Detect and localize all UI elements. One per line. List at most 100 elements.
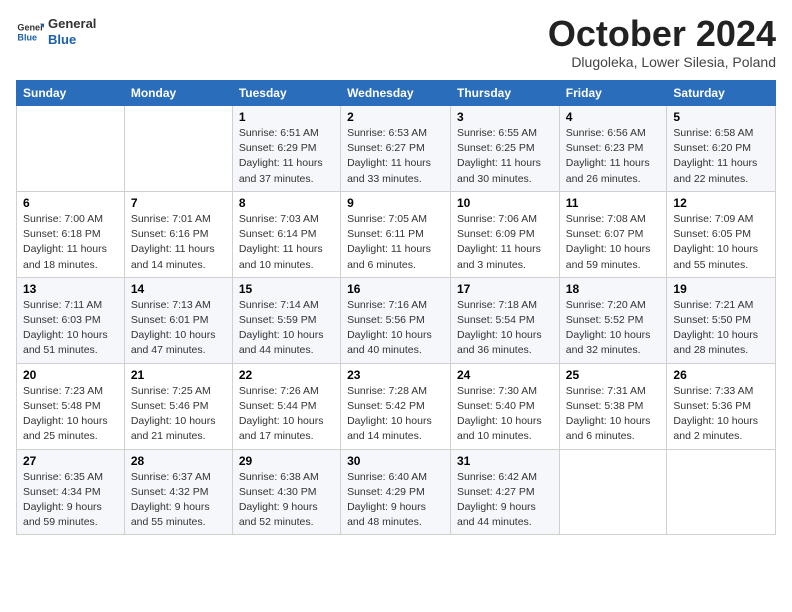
day-detail: Sunrise: 6:37 AM Sunset: 4:32 PM Dayligh… <box>131 470 226 531</box>
day-number: 26 <box>673 368 769 382</box>
day-detail: Sunrise: 6:42 AM Sunset: 4:27 PM Dayligh… <box>457 470 553 531</box>
day-detail: Sunrise: 7:25 AM Sunset: 5:46 PM Dayligh… <box>131 384 226 445</box>
calendar-cell: 26Sunrise: 7:33 AM Sunset: 5:36 PM Dayli… <box>667 363 776 449</box>
calendar-cell <box>124 106 232 192</box>
location-subtitle: Dlugoleka, Lower Silesia, Poland <box>548 54 776 70</box>
day-number: 9 <box>347 196 444 210</box>
weekday-header: Thursday <box>451 81 560 106</box>
day-number: 29 <box>239 454 334 468</box>
calendar-cell: 4 Sunrise: 6:56 AM Sunset: 6:23 PM Daylig… <box>559 106 667 192</box>
day-detail: Sunrise: 6:40 AM Sunset: 4:29 PM Dayligh… <box>347 470 444 531</box>
calendar-cell: 8 Sunrise: 7:03 AM Sunset: 6:14 PM Daylig… <box>232 191 340 277</box>
logo-general: General <box>48 16 96 32</box>
day-detail: Sunrise: 6:56 AM Sunset: 6:23 PM Dayligh… <box>566 126 661 187</box>
weekday-header: Tuesday <box>232 81 340 106</box>
day-number: 28 <box>131 454 226 468</box>
day-detail: Sunrise: 7:00 AM Sunset: 6:18 PM Dayligh… <box>23 212 118 273</box>
day-number: 24 <box>457 368 553 382</box>
day-number: 1 <box>239 110 334 124</box>
day-detail: Sunrise: 7:31 AM Sunset: 5:38 PM Dayligh… <box>566 384 661 445</box>
logo-icon: General Blue <box>16 18 44 46</box>
title-block: October 2024 Dlugoleka, Lower Silesia, P… <box>548 16 776 70</box>
day-detail: Sunrise: 6:53 AM Sunset: 6:27 PM Dayligh… <box>347 126 444 187</box>
calendar-cell <box>667 449 776 535</box>
day-detail: Sunrise: 7:23 AM Sunset: 5:48 PM Dayligh… <box>23 384 118 445</box>
day-number: 22 <box>239 368 334 382</box>
day-number: 8 <box>239 196 334 210</box>
day-detail: Sunrise: 7:21 AM Sunset: 5:50 PM Dayligh… <box>673 298 769 359</box>
day-detail: Sunrise: 7:16 AM Sunset: 5:56 PM Dayligh… <box>347 298 444 359</box>
day-number: 15 <box>239 282 334 296</box>
day-number: 2 <box>347 110 444 124</box>
day-number: 14 <box>131 282 226 296</box>
calendar-cell: 6 Sunrise: 7:00 AM Sunset: 6:18 PM Daylig… <box>17 191 125 277</box>
day-number: 3 <box>457 110 553 124</box>
day-number: 5 <box>673 110 769 124</box>
calendar-cell: 3 Sunrise: 6:55 AM Sunset: 6:25 PM Daylig… <box>451 106 560 192</box>
day-number: 20 <box>23 368 118 382</box>
page-header: General Blue General Blue October 2024 D… <box>16 16 776 70</box>
day-number: 13 <box>23 282 118 296</box>
svg-text:Blue: Blue <box>17 32 37 42</box>
calendar-cell: 31Sunrise: 6:42 AM Sunset: 4:27 PM Dayli… <box>451 449 560 535</box>
weekday-header: Sunday <box>17 81 125 106</box>
month-title: October 2024 <box>548 16 776 52</box>
calendar-cell: 17 Sunrise: 7:18 AM Sunset: 5:54 PM Dayli… <box>451 277 560 363</box>
day-number: 27 <box>23 454 118 468</box>
logo-text: General Blue <box>48 16 96 47</box>
calendar-cell: 7 Sunrise: 7:01 AM Sunset: 6:16 PM Daylig… <box>124 191 232 277</box>
logo: General Blue General Blue <box>16 16 96 47</box>
calendar-week-row: 13 Sunrise: 7:11 AM Sunset: 6:03 PM Dayli… <box>17 277 776 363</box>
day-detail: Sunrise: 6:51 AM Sunset: 6:29 PM Dayligh… <box>239 126 334 187</box>
day-detail: Sunrise: 7:06 AM Sunset: 6:09 PM Dayligh… <box>457 212 553 273</box>
day-number: 19 <box>673 282 769 296</box>
calendar-week-row: 6 Sunrise: 7:00 AM Sunset: 6:18 PM Daylig… <box>17 191 776 277</box>
day-number: 21 <box>131 368 226 382</box>
calendar-cell: 28 Sunrise: 6:37 AM Sunset: 4:32 PM Dayli… <box>124 449 232 535</box>
calendar-cell: 20 Sunrise: 7:23 AM Sunset: 5:48 PM Dayli… <box>17 363 125 449</box>
calendar-week-row: 1 Sunrise: 6:51 AM Sunset: 6:29 PM Daylig… <box>17 106 776 192</box>
weekday-header: Friday <box>559 81 667 106</box>
day-number: 11 <box>566 196 661 210</box>
day-number: 4 <box>566 110 661 124</box>
day-detail: Sunrise: 7:28 AM Sunset: 5:42 PM Dayligh… <box>347 384 444 445</box>
calendar-table: SundayMondayTuesdayWednesdayThursdayFrid… <box>16 80 776 535</box>
day-detail: Sunrise: 7:11 AM Sunset: 6:03 PM Dayligh… <box>23 298 118 359</box>
calendar-cell: 14Sunrise: 7:13 AM Sunset: 6:01 PM Dayli… <box>124 277 232 363</box>
weekday-header-row: SundayMondayTuesdayWednesdayThursdayFrid… <box>17 81 776 106</box>
calendar-cell: 16 Sunrise: 7:16 AM Sunset: 5:56 PM Dayli… <box>341 277 451 363</box>
day-detail: Sunrise: 7:09 AM Sunset: 6:05 PM Dayligh… <box>673 212 769 273</box>
calendar-cell: 25 Sunrise: 7:31 AM Sunset: 5:38 PM Dayli… <box>559 363 667 449</box>
day-number: 17 <box>457 282 553 296</box>
day-detail: Sunrise: 7:30 AM Sunset: 5:40 PM Dayligh… <box>457 384 553 445</box>
day-detail: Sunrise: 7:18 AM Sunset: 5:54 PM Dayligh… <box>457 298 553 359</box>
day-number: 18 <box>566 282 661 296</box>
calendar-week-row: 20 Sunrise: 7:23 AM Sunset: 5:48 PM Dayli… <box>17 363 776 449</box>
day-number: 7 <box>131 196 226 210</box>
calendar-cell: 21 Sunrise: 7:25 AM Sunset: 5:46 PM Dayli… <box>124 363 232 449</box>
day-number: 30 <box>347 454 444 468</box>
day-detail: Sunrise: 7:08 AM Sunset: 6:07 PM Dayligh… <box>566 212 661 273</box>
day-detail: Sunrise: 7:14 AM Sunset: 5:59 PM Dayligh… <box>239 298 334 359</box>
day-detail: Sunrise: 7:01 AM Sunset: 6:16 PM Dayligh… <box>131 212 226 273</box>
calendar-cell <box>17 106 125 192</box>
day-number: 23 <box>347 368 444 382</box>
weekday-header: Saturday <box>667 81 776 106</box>
day-detail: Sunrise: 7:03 AM Sunset: 6:14 PM Dayligh… <box>239 212 334 273</box>
day-number: 6 <box>23 196 118 210</box>
day-number: 12 <box>673 196 769 210</box>
calendar-cell: 29 Sunrise: 6:38 AM Sunset: 4:30 PM Dayli… <box>232 449 340 535</box>
day-detail: Sunrise: 6:58 AM Sunset: 6:20 PM Dayligh… <box>673 126 769 187</box>
calendar-week-row: 27 Sunrise: 6:35 AM Sunset: 4:34 PM Dayli… <box>17 449 776 535</box>
calendar-cell: 15 Sunrise: 7:14 AM Sunset: 5:59 PM Dayli… <box>232 277 340 363</box>
calendar-cell: 23 Sunrise: 7:28 AM Sunset: 5:42 PM Dayli… <box>341 363 451 449</box>
day-detail: Sunrise: 6:38 AM Sunset: 4:30 PM Dayligh… <box>239 470 334 531</box>
day-detail: Sunrise: 6:55 AM Sunset: 6:25 PM Dayligh… <box>457 126 553 187</box>
day-number: 16 <box>347 282 444 296</box>
day-number: 25 <box>566 368 661 382</box>
calendar-cell: 2 Sunrise: 6:53 AM Sunset: 6:27 PM Daylig… <box>341 106 451 192</box>
calendar-cell: 1 Sunrise: 6:51 AM Sunset: 6:29 PM Daylig… <box>232 106 340 192</box>
day-detail: Sunrise: 6:35 AM Sunset: 4:34 PM Dayligh… <box>23 470 118 531</box>
calendar-cell <box>559 449 667 535</box>
calendar-cell: 10Sunrise: 7:06 AM Sunset: 6:09 PM Dayli… <box>451 191 560 277</box>
